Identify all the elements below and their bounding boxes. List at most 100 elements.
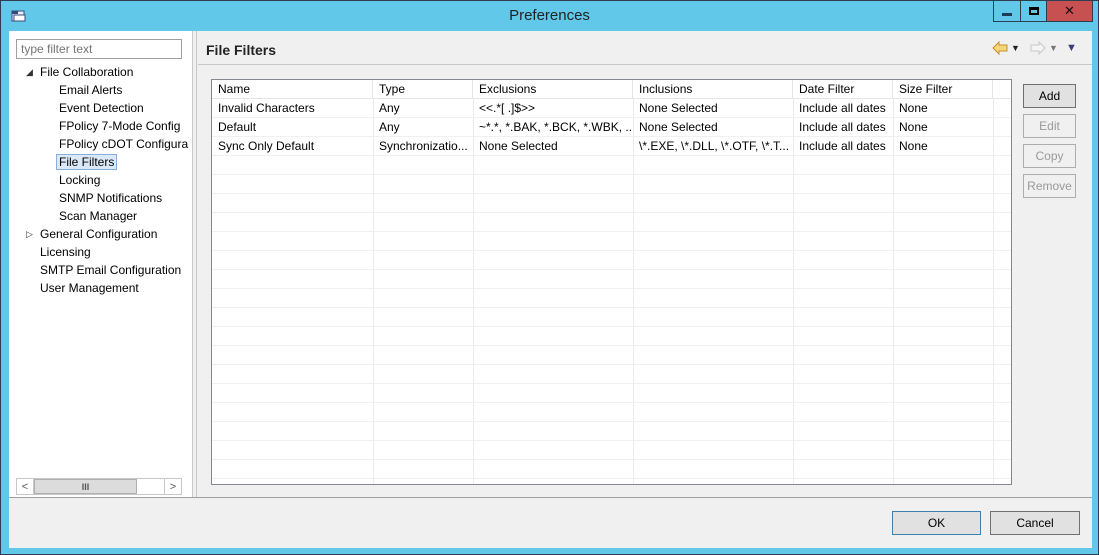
cell-exclusions: None Selected — [479, 139, 558, 153]
copy-button[interactable]: Copy — [1023, 144, 1076, 168]
tree-item-smtp-email-configuration[interactable]: SMTP Email Configuration — [40, 261, 181, 279]
scroll-right-icon[interactable]: > — [164, 479, 181, 494]
empty-table-row — [212, 365, 1011, 384]
cell-inclusions: None Selected — [639, 101, 718, 115]
tree-item-label: SMTP Email Configuration — [40, 263, 182, 277]
empty-table-row — [212, 213, 1011, 232]
empty-table-row — [212, 479, 1011, 484]
empty-table-row — [212, 403, 1011, 422]
empty-table-row — [212, 308, 1011, 327]
minimize-icon — [1002, 12, 1012, 16]
tree-item-label: FPolicy 7-Mode Config — [59, 119, 181, 133]
cell-name: Invalid Characters — [218, 101, 315, 115]
tree-item-event-detection[interactable]: Event Detection — [59, 99, 144, 117]
tree-item-general-configuration[interactable]: ▷ General Configuration — [26, 225, 157, 243]
horizontal-scrollbar[interactable]: < III > — [16, 478, 182, 495]
column-header-exclusions[interactable]: Exclusions — [473, 80, 633, 99]
back-history-dropdown-icon[interactable]: ▼ — [1011, 41, 1020, 55]
view-menu-icon[interactable]: ▼ — [1066, 41, 1077, 55]
cell-date-filter: Include all dates — [799, 101, 886, 115]
table-row[interactable]: Sync Only Default Synchronizatio... None… — [212, 137, 1011, 156]
add-button[interactable]: Add — [1023, 84, 1076, 108]
close-icon: ✕ — [1064, 3, 1075, 18]
tree-item-locking[interactable]: Locking — [59, 171, 100, 189]
cell-date-filter: Include all dates — [799, 139, 886, 153]
tree-item-label: Scan Manager — [59, 209, 138, 223]
preferences-window: Preferences ✕ ◢ File Collaboration Email… — [0, 0, 1099, 555]
filter-input[interactable] — [16, 39, 182, 59]
column-header-inclusions[interactable]: Inclusions — [633, 80, 793, 99]
tree-item-snmp-notifications[interactable]: SNMP Notifications — [59, 189, 162, 207]
cell-size-filter: None — [899, 101, 928, 115]
empty-table-row — [212, 251, 1011, 270]
cell-inclusions: \*.EXE, \*.DLL, \*.OTF, \*.T... — [639, 139, 790, 153]
ok-button[interactable]: OK — [892, 511, 981, 535]
tree-item-email-alerts[interactable]: Email Alerts — [59, 81, 122, 99]
cell-name: Sync Only Default — [218, 139, 315, 153]
empty-table-row — [212, 441, 1011, 460]
footer-separator — [9, 497, 1092, 498]
tree-item-label: FPolicy cDOT Configura — [59, 137, 189, 151]
cell-date-filter: Include all dates — [799, 120, 886, 134]
tree-item-label: User Management — [40, 281, 139, 295]
remove-button[interactable]: Remove — [1023, 174, 1076, 198]
empty-table-row — [212, 194, 1011, 213]
scroll-left-icon[interactable]: < — [17, 479, 34, 494]
scrollbar-thumb[interactable]: III — [34, 479, 137, 494]
forward-arrow-icon[interactable] — [1030, 41, 1046, 55]
edit-button[interactable]: Edit — [1023, 114, 1076, 138]
tree-item-fpolicy-7-mode[interactable]: FPolicy 7-Mode Config — [59, 117, 189, 135]
maximize-icon — [1028, 7, 1039, 15]
panel-splitter[interactable] — [193, 31, 197, 497]
page-title: File Filters — [206, 42, 277, 58]
empty-table-row — [212, 156, 1011, 175]
empty-table-row — [212, 327, 1011, 346]
tree-item-label: Event Detection — [59, 101, 144, 115]
tree-item-fpolicy-cdot[interactable]: FPolicy cDOT Configura — [59, 135, 189, 153]
column-header-size-filter[interactable]: Size Filter — [893, 80, 993, 99]
minimize-button[interactable] — [993, 1, 1021, 22]
empty-table-row — [212, 289, 1011, 308]
close-button[interactable]: ✕ — [1047, 1, 1093, 22]
empty-table-row — [212, 270, 1011, 289]
table-row[interactable]: Default Any ~*.*, *.BAK, *.BCK, *.WBK, .… — [212, 118, 1011, 137]
cell-name: Default — [218, 120, 257, 134]
tree-item-scan-manager[interactable]: Scan Manager — [59, 207, 137, 225]
maximize-button[interactable] — [1021, 1, 1047, 22]
column-header-name[interactable]: Name — [212, 80, 373, 99]
column-header-type[interactable]: Type — [373, 80, 473, 99]
cell-inclusions: None Selected — [639, 120, 718, 134]
cancel-button[interactable]: Cancel — [990, 511, 1080, 535]
column-header-date-filter[interactable]: Date Filter — [793, 80, 893, 99]
window-title: Preferences — [509, 7, 590, 24]
dialog-client: ◢ File Collaboration Email Alerts Event … — [9, 31, 1092, 548]
tree-item-licensing[interactable]: Licensing — [40, 243, 91, 261]
cell-type: Any — [379, 120, 400, 134]
cell-exclusions: <<.*[ .]$>> — [479, 101, 536, 115]
empty-table-row — [212, 346, 1011, 365]
tree-item-label: Email Alerts — [59, 83, 123, 97]
file-filters-table[interactable]: Name Type Exclusions Inclusions Date Fil… — [211, 79, 1012, 485]
cell-exclusions: ~*.*, *.BAK, *.BCK, *.WBK, ... — [479, 120, 633, 134]
back-arrow-icon[interactable] — [992, 41, 1008, 55]
page-header: File Filters ▼ ▼ ▼ — [198, 31, 1092, 65]
tree-item-label: File Filters — [56, 154, 118, 170]
empty-table-row — [212, 460, 1011, 479]
table-row[interactable]: Invalid Characters Any <<.*[ .]$>> None … — [212, 99, 1011, 118]
tree-item-label: Licensing — [40, 245, 91, 259]
expanded-triangle-icon[interactable]: ◢ — [26, 63, 33, 81]
tree-item-label: General Configuration — [40, 227, 158, 241]
collapsed-triangle-icon[interactable]: ▷ — [26, 225, 33, 243]
title-bar[interactable]: Preferences ✕ — [1, 1, 1098, 31]
preferences-tree-panel: ◢ File Collaboration Email Alerts Event … — [9, 31, 193, 497]
tree-item-label: SNMP Notifications — [59, 191, 163, 205]
tree-item-user-management[interactable]: User Management — [40, 279, 139, 297]
tree-item-label: File Collaboration — [40, 65, 134, 79]
tree-item-file-collaboration[interactable]: ◢ File Collaboration — [26, 63, 133, 81]
empty-table-row — [212, 232, 1011, 251]
tree-item-file-filters[interactable]: File Filters — [56, 153, 118, 171]
cell-type: Synchronizatio... — [379, 139, 468, 153]
forward-history-dropdown-icon[interactable]: ▼ — [1049, 41, 1058, 55]
empty-table-row — [212, 422, 1011, 441]
empty-table-row — [212, 175, 1011, 194]
